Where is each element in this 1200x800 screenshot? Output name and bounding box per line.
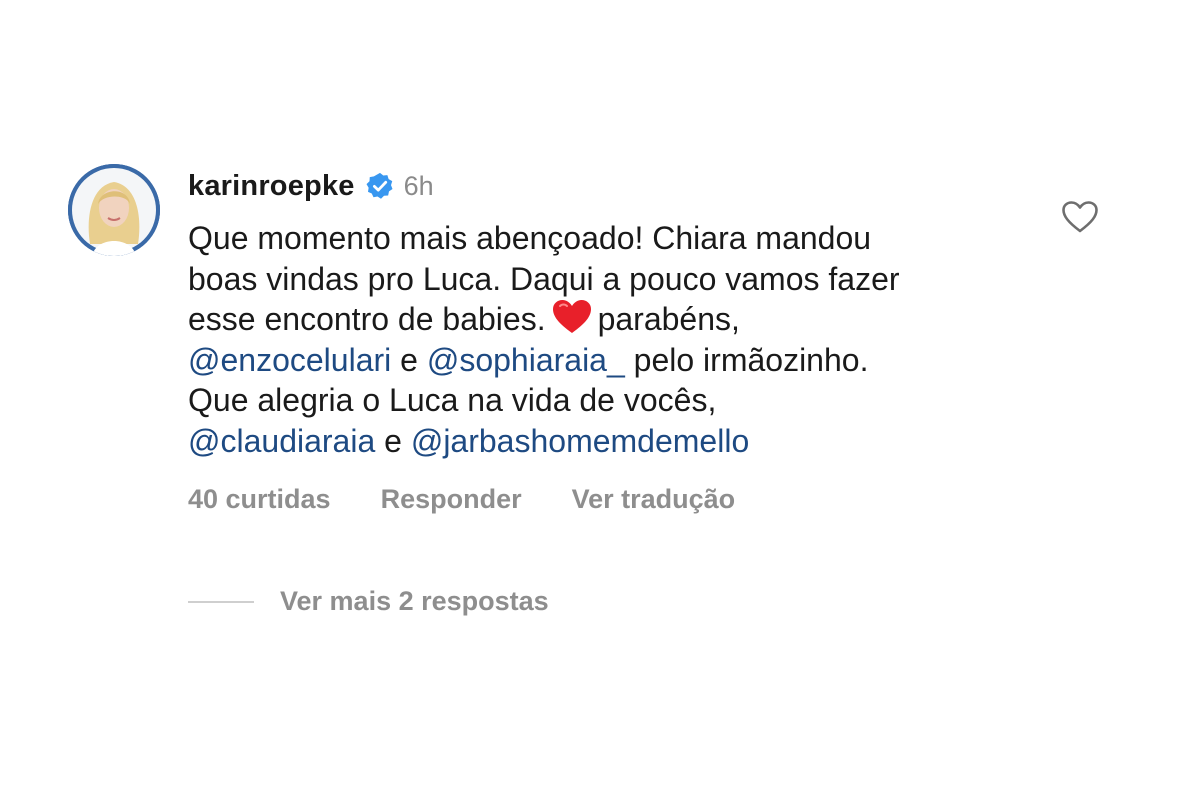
likes-count-link[interactable]: 40 curtidas [188, 484, 331, 515]
comment-line: Que alegria o Luca na vida de vocês, [188, 382, 717, 418]
comment: karinroepke 6h Que momento mais abençoad… [188, 166, 1028, 461]
comment-line: Que momento mais abençoado! Chiara mando… [188, 220, 872, 256]
mention-link[interactable]: @enzocelulari [188, 342, 391, 378]
username[interactable]: karinroepke [188, 170, 355, 203]
comment-text: Que momento mais abençoado! Chiara mando… [188, 218, 1028, 461]
verified-badge-icon [365, 171, 395, 201]
red-heart-emoji [552, 299, 592, 335]
avatar-photo [68, 164, 160, 256]
replies-divider [188, 600, 254, 603]
comment-line: boas vindas pro Luca. Daqui a pouco vamo… [188, 260, 900, 297]
comment-line: @claudiaraia e @jarbashomemdemello [188, 421, 1028, 462]
see-translation-button[interactable]: Ver tradução [572, 484, 736, 515]
comment-text-segment: pelo irmãozinho. [633, 341, 869, 378]
comment-view: karinroepke 6h Que momento mais abençoad… [0, 0, 1200, 800]
comment-text-segment: parabéns, [597, 301, 740, 337]
comment-header: karinroepke 6h [188, 166, 1028, 206]
comment-line: @enzocelulari e @sophiaraia_ pelo irmãoz… [188, 340, 1028, 381]
comment-time: 6h [403, 170, 434, 201]
comment-actions: 40 curtidas Responder Ver tradução [188, 484, 735, 515]
mention-link[interactable]: @sophiaraia_ [427, 342, 625, 378]
view-replies-button[interactable]: Ver mais 2 respostas [188, 586, 549, 617]
view-replies-label: Ver mais 2 respostas [280, 586, 549, 616]
like-heart-icon[interactable] [1061, 200, 1099, 234]
mention-link[interactable]: @claudiaraia [188, 423, 375, 459]
comment-line: esse encontro de babies. parabéns, [188, 299, 1028, 340]
avatar[interactable] [68, 164, 160, 256]
comment-text-segment: esse encontro de babies. [188, 301, 546, 337]
comment-text-segment: e [400, 341, 418, 378]
comment-text-segment: e [384, 422, 402, 459]
mention-link[interactable]: @jarbashomemdemello [411, 423, 749, 459]
reply-button[interactable]: Responder [381, 484, 522, 515]
